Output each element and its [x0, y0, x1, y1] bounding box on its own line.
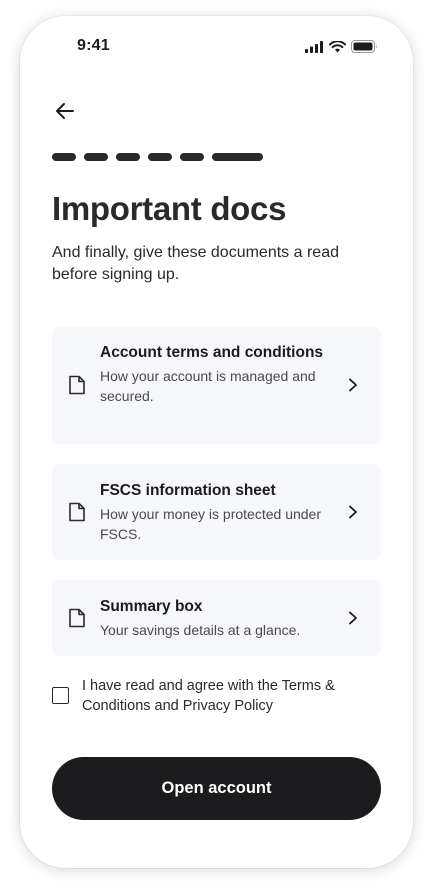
- status-time: 9:41: [77, 37, 110, 54]
- document-text: Account terms and conditions How your ac…: [100, 342, 340, 406]
- chevron-right-icon: [349, 378, 357, 392]
- progress-step: [84, 153, 108, 161]
- document-text: Summary box Your savings details at a gl…: [100, 596, 340, 640]
- wifi-icon: [329, 40, 346, 52]
- phone-frame: 9:41 Important docs And finally, give th…: [20, 16, 413, 868]
- open-account-button[interactable]: Open account: [52, 757, 381, 820]
- document-description: Your savings details at a glance.: [100, 622, 301, 638]
- document-title: Account terms and conditions: [100, 344, 324, 361]
- chevron-right-icon: [349, 505, 357, 519]
- document-title: Summary box: [100, 598, 203, 615]
- agreement-checkbox[interactable]: [52, 687, 69, 704]
- document-icon: [69, 375, 85, 395]
- status-icons: [305, 40, 378, 53]
- page-subtitle: And finally, give these documents a read…: [52, 244, 339, 283]
- document-icon: [69, 608, 85, 628]
- battery-icon: [351, 40, 377, 53]
- progress-step-current: [212, 153, 263, 161]
- arrow-left-icon: [56, 103, 74, 119]
- progress-step: [148, 153, 172, 161]
- document-card-summary[interactable]: Summary box Your savings details at a gl…: [52, 580, 381, 656]
- document-icon: [69, 502, 85, 522]
- document-description: How your account is managed and secured.: [100, 368, 316, 404]
- back-button[interactable]: [50, 96, 80, 126]
- step-progress: [52, 153, 263, 161]
- status-bar: 9:41: [20, 16, 413, 76]
- agreement-label: I have read and agree with the Terms & C…: [82, 678, 335, 714]
- document-card-fscs[interactable]: FSCS information sheet How your money is…: [52, 464, 381, 560]
- progress-step: [180, 153, 204, 161]
- document-card-terms[interactable]: Account terms and conditions How your ac…: [52, 326, 381, 444]
- progress-step: [52, 153, 76, 161]
- cellular-signal-icon: [305, 40, 323, 53]
- page-title: Important docs: [52, 190, 287, 227]
- chevron-right-icon: [349, 611, 357, 625]
- progress-step: [116, 153, 140, 161]
- document-title: FSCS information sheet: [100, 482, 276, 499]
- document-description: How your money is protected under FSCS.: [100, 506, 321, 542]
- document-text: FSCS information sheet How your money is…: [100, 480, 340, 544]
